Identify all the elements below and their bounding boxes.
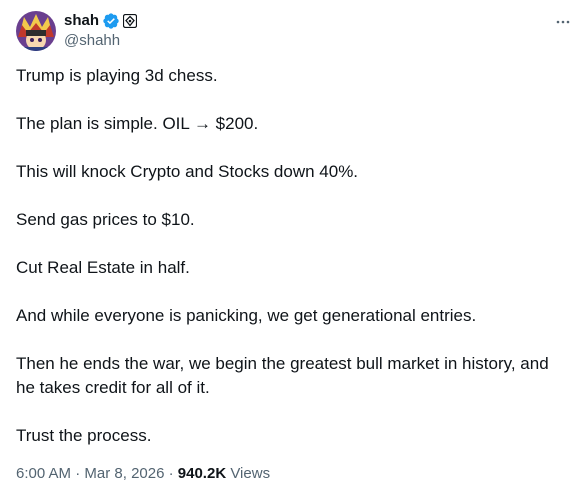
more-options-icon[interactable] bbox=[555, 14, 571, 30]
tweet-date[interactable]: Mar 8, 2026 bbox=[84, 465, 164, 482]
tweet-paragraph: This will knock Crypto and Stocks down 4… bbox=[16, 162, 359, 181]
tweet-card: shah @shahh Trump is playing 3d chess. T… bbox=[0, 0, 577, 493]
author-names: shah @shahh bbox=[64, 11, 138, 51]
tweet-paragraph: Send gas prices to $10. bbox=[16, 210, 195, 229]
tweet-text: Trump is playing 3d chess. The plan is s… bbox=[16, 64, 564, 472]
tweet-meta: 6:00 AM · Mar 8, 2026 · 940.2K Views bbox=[16, 464, 270, 484]
author-handle[interactable]: @shahh bbox=[64, 31, 137, 51]
tweet-paragraph: And while everyone is panicking, we get … bbox=[16, 306, 477, 325]
tweet-time-text[interactable]: 6:00 AM bbox=[16, 465, 71, 482]
tweet-time[interactable]: 6:00 AM · Mar 8, 2026 bbox=[16, 465, 164, 482]
meta-separator: · bbox=[71, 465, 85, 482]
tweet-paragraph: The plan is simple. OIL → $200. bbox=[16, 114, 259, 133]
avatar-image bbox=[16, 11, 56, 51]
tweet-header: shah @shahh bbox=[16, 11, 138, 51]
affiliate-badge-icon[interactable] bbox=[122, 13, 138, 29]
views-count: 940.2K bbox=[177, 465, 227, 482]
tweet-paragraph: Trust the process. bbox=[16, 426, 152, 445]
tweet-paragraph: Trump is playing 3d chess. bbox=[16, 66, 218, 85]
views-label: Views bbox=[226, 465, 271, 482]
tweet-paragraph: Cut Real Estate in half. bbox=[16, 258, 190, 277]
verified-badge-icon[interactable] bbox=[102, 12, 120, 30]
display-name[interactable]: shah bbox=[64, 11, 99, 31]
tweet-paragraph: Then he ends the war, we begin the great… bbox=[16, 354, 549, 397]
meta-separator: · bbox=[164, 465, 178, 482]
avatar[interactable] bbox=[16, 11, 56, 51]
name-row: shah bbox=[64, 11, 138, 31]
